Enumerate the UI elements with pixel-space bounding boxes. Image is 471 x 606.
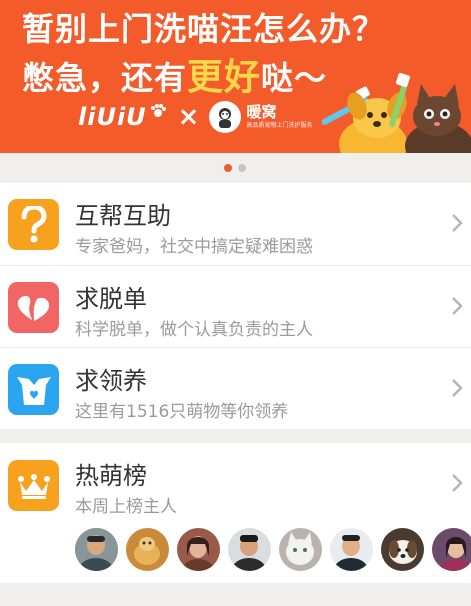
liuiu-logo: liUiU xyxy=(78,103,147,131)
menu-item-subtitle: 科学脱单，做个认真负责的主人 xyxy=(75,320,313,340)
menu-item-adoption[interactable]: 求领养 这里有1516只萌物等你领养 xyxy=(0,347,471,429)
menu-item-subtitle: 这里有1516只萌物等你领养 xyxy=(75,402,289,422)
chevron-right-icon xyxy=(452,214,463,232)
avatar[interactable] xyxy=(126,528,169,571)
banner-subheadline-prefix: 憋急，还有 xyxy=(22,59,188,97)
feature-menu: 互帮互助 专家爸妈，社交中搞定疑难困惑 求脱单 科学脱单，做个认真负责的主人 求… xyxy=(0,183,471,429)
chevron-right-icon xyxy=(452,474,463,492)
banner-subheadline: 憋急，还有更好哒～ xyxy=(22,48,327,100)
nuanwo-brand: 暖窝 高品质宠物上门洗护服务 xyxy=(246,105,312,129)
avatar[interactable] xyxy=(432,528,471,571)
menu-item-mutual-help[interactable]: 互帮互助 专家爸妈，社交中搞定疑难困惑 xyxy=(0,183,471,265)
menu-item-title: 互帮互助 xyxy=(75,202,171,230)
menu-item-find-partner[interactable]: 求脱单 科学脱单，做个认真负责的主人 xyxy=(0,265,471,347)
nuanwo-name: 暖窝 xyxy=(246,103,277,121)
avatar[interactable] xyxy=(177,528,220,571)
ranking-title: 热萌榜 xyxy=(75,462,147,490)
avatar[interactable] xyxy=(228,528,271,571)
crown-icon xyxy=(8,460,59,511)
banner-highlight-text: 更好 xyxy=(187,57,262,98)
chevron-right-icon xyxy=(452,297,463,315)
ranking-subtitle: 本周上榜主人 xyxy=(75,497,177,517)
ranking-card[interactable]: 热萌榜 本周上榜主人 xyxy=(0,443,471,583)
partner-brands: liUiU × 暖窝 高品质宠物上门洗护服务 xyxy=(78,100,312,134)
promo-banner[interactable]: 暂别上门洗喵汪怎么办？ 憋急，还有更好哒～ liUiU × 暖窝 高品质宠物上门… xyxy=(0,0,471,153)
heart-icon xyxy=(8,282,59,333)
banner-pager xyxy=(224,164,246,172)
avatar[interactable] xyxy=(279,528,322,571)
avatar[interactable] xyxy=(381,528,424,571)
paw-icon xyxy=(150,103,166,119)
nuanwo-logo-icon xyxy=(209,101,242,133)
collab-times-sign: × xyxy=(177,102,200,132)
app-root: 暂别上门洗喵汪怎么办？ 憋急，还有更好哒～ liUiU × 暖窝 高品质宠物上门… xyxy=(0,0,471,606)
menu-item-subtitle: 专家爸妈，社交中搞定疑难困惑 xyxy=(75,237,313,257)
question-icon xyxy=(8,199,59,250)
pager-dot[interactable] xyxy=(238,164,246,172)
banner-headline: 暂别上门洗喵汪怎么办？ xyxy=(22,10,386,48)
chevron-right-icon xyxy=(452,379,463,397)
top-owners-avatars xyxy=(75,528,471,571)
avatar[interactable] xyxy=(75,528,118,571)
menu-item-title: 求脱单 xyxy=(75,285,147,313)
nuanwo-tagline: 高品质宠物上门洗护服务 xyxy=(246,122,313,129)
avatar[interactable] xyxy=(330,528,373,571)
box-icon xyxy=(8,364,59,415)
dog-and-cat-with-toothbrush-illustration xyxy=(321,72,471,153)
menu-item-title: 求领养 xyxy=(75,367,147,395)
pager-dot-active[interactable] xyxy=(224,164,232,172)
